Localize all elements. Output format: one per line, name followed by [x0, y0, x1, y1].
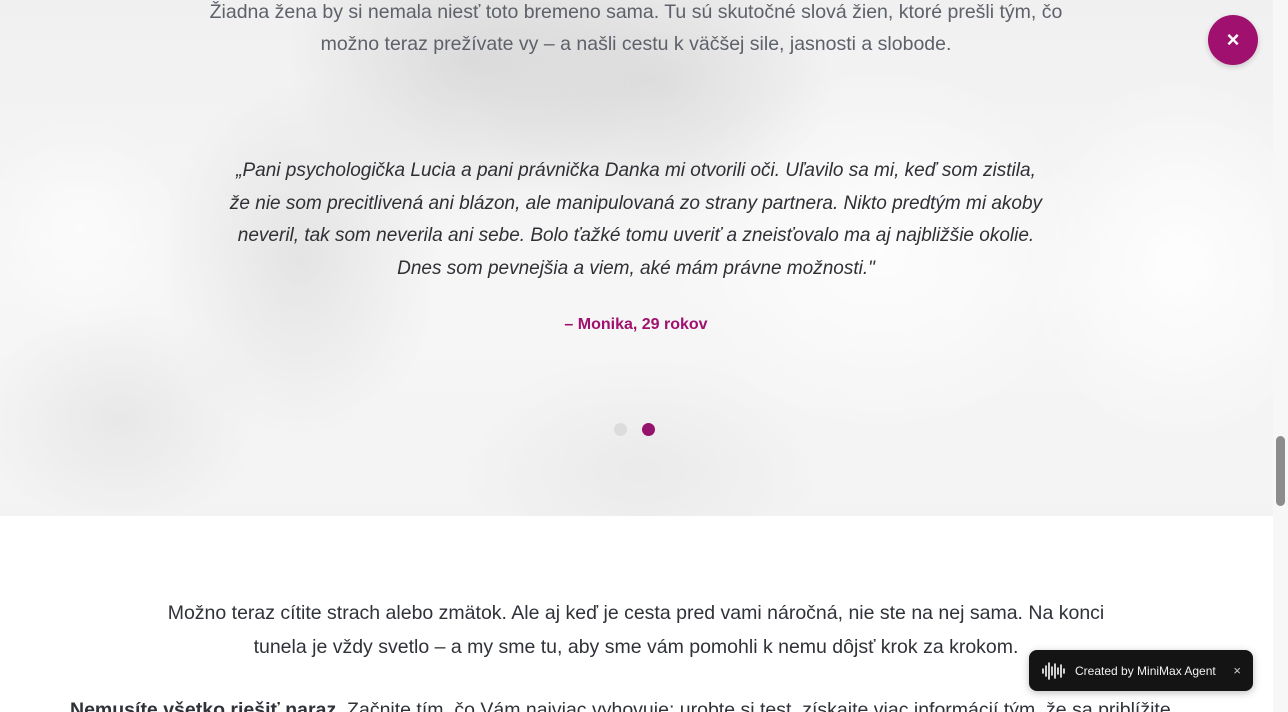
- testimonial-author: – Monika, 29 rokov: [564, 316, 708, 333]
- next-steps-text: Začnite tím, čo Vám najviac vyhovuje: ur…: [341, 699, 1171, 712]
- badge-label: Created by MiniMax Agent: [1075, 663, 1216, 678]
- next-steps-paragraph: Nemusíte všetko riešiť naraz. Začnite tí…: [70, 698, 1270, 712]
- testimonial-section: Žiadna žena by si nemala niesť toto brem…: [0, 0, 1273, 516]
- scrollbar-thumb[interactable]: [1276, 436, 1285, 506]
- next-steps-bold: Nemusíte všetko riešiť naraz.: [70, 699, 342, 712]
- close-icon: ×: [1226, 27, 1240, 52]
- sound-wave-icon: [1041, 661, 1067, 681]
- testimonial-intro-text: Žiadna žena by si nemala niesť toto brem…: [209, 1, 1063, 55]
- page: Žiadna žena by si nemala niesť toto brem…: [0, 0, 1288, 712]
- page-scrollbar[interactable]: [1273, 0, 1288, 712]
- encouragement-text: Možno teraz cítite strach alebo zmätok. …: [167, 602, 1105, 658]
- close-button[interactable]: ×: [1208, 15, 1258, 65]
- badge-close-icon[interactable]: ×: [1227, 663, 1241, 678]
- carousel-pagination: [614, 423, 655, 436]
- carousel-dot-2-active[interactable]: [642, 423, 655, 436]
- testimonial-quote: „Pani psychologička Lucia a pani právnič…: [229, 160, 1043, 279]
- minimax-agent-badge[interactable]: Created by MiniMax Agent ×: [1029, 650, 1253, 691]
- carousel-dot-1[interactable]: [614, 423, 627, 436]
